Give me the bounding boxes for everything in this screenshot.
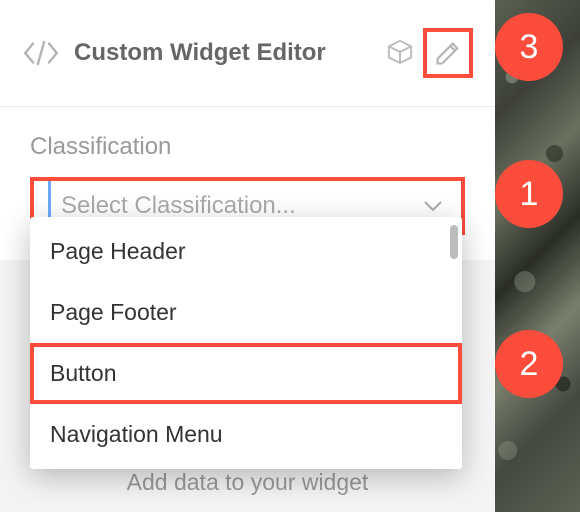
scrollbar-thumb[interactable]	[450, 225, 458, 259]
code-icon	[22, 40, 60, 66]
editor-panel: Custom Widget Editor Classification Sele	[0, 0, 495, 512]
select-placeholder: Select Classification...	[61, 192, 423, 220]
classification-label: Classification	[30, 133, 465, 161]
option-navigation-menu[interactable]: Navigation Menu	[30, 404, 462, 465]
chevron-down-icon	[423, 199, 443, 213]
classification-dropdown: Page Header Page Footer Button Navigatio…	[30, 217, 462, 469]
box-icon[interactable]	[385, 38, 415, 69]
callout-marker-1: 1	[495, 160, 563, 228]
option-button[interactable]: Button	[30, 343, 462, 404]
panel-header: Custom Widget Editor	[0, 0, 495, 107]
callout-marker-2: 2	[495, 330, 563, 398]
pencil-icon	[434, 39, 462, 67]
page-title: Custom Widget Editor	[74, 39, 326, 67]
header-actions	[385, 28, 473, 78]
option-page-header[interactable]: Page Header	[30, 221, 462, 282]
edit-button[interactable]	[423, 28, 473, 78]
add-data-prompt: Add data to your widget	[127, 469, 369, 496]
callout-marker-3: 3	[495, 13, 563, 81]
option-page-footer[interactable]: Page Footer	[30, 282, 462, 343]
